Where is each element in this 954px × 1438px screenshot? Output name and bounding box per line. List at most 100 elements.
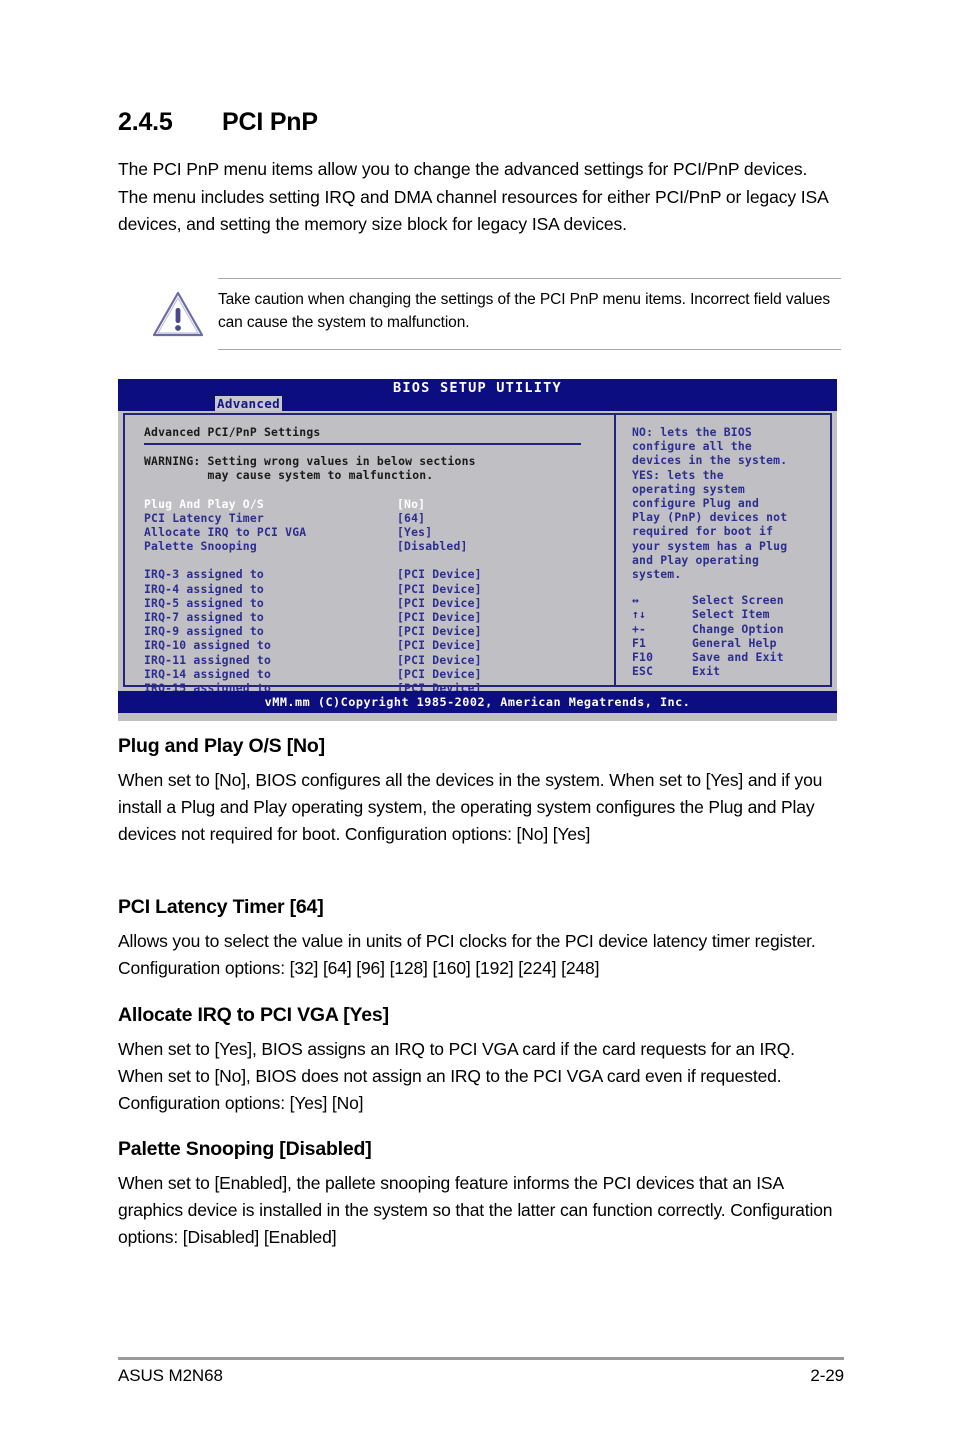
bios-panel-heading: Advanced PCI/PnP Settings <box>144 425 321 439</box>
bios-key-glyph: ↑↓ <box>632 607 647 622</box>
bios-settings-panel: Advanced PCI/PnP Settings WARNING: Setti… <box>125 415 614 695</box>
bios-irq-row[interactable]: IRQ-14 assigned to [PCI Device] <box>144 667 614 681</box>
bios-setting-label: PCI Latency Timer <box>144 510 264 525</box>
field-body: When set to [Yes], BIOS assigns an IRQ t… <box>118 1039 795 1113</box>
bios-key-glyph: F10 <box>632 650 654 665</box>
bios-key-legend: ↔ Select Screen ↑↓ Select Item +- Change Opti… <box>632 593 830 678</box>
bios-tab-advanced[interactable]: Advanced <box>215 396 283 411</box>
document-page: 2.4.5 PCI PnP The PCI PnP menu items allo… <box>0 0 954 1438</box>
bios-warning-line-1: WARNING: Setting wrong values in below s… <box>144 454 476 469</box>
section-intro-paragraph: The PCI PnP menu items allow you to chan… <box>118 159 828 234</box>
caution-note: Take caution when changing the settings … <box>137 278 841 350</box>
field-body: When set to [No], BIOS configures all th… <box>118 770 823 844</box>
bios-heading-rule <box>144 443 581 446</box>
bios-help-line: operating system <box>632 481 745 496</box>
bios-key-legend-row: ↔ Select Screen <box>632 593 830 607</box>
bios-irq-value[interactable]: [PCI Device] <box>397 610 482 624</box>
bios-irq-row[interactable]: IRQ-3 assigned to [PCI Device] <box>144 567 614 581</box>
bios-help-line: devices in the system. <box>632 453 788 468</box>
bios-irq-label: IRQ-10 assigned to <box>144 638 272 653</box>
bios-irq-value[interactable]: [PCI Device] <box>397 582 482 596</box>
bios-irq-label: IRQ-14 assigned to <box>144 666 272 681</box>
bios-irq-value[interactable]: [PCI Device] <box>397 624 482 638</box>
bios-key-glyph: ↔ <box>632 593 640 608</box>
field-heading: Palette Snooping [Disabled] <box>118 1138 372 1160</box>
bios-key-action: Exit <box>692 664 721 679</box>
field-section-plug-and-play-os: Plug and Play O/S [No] When set to [No],… <box>118 735 844 848</box>
bios-help-line: configure all the <box>632 439 752 454</box>
bios-setting-value[interactable]: [64] <box>397 511 425 525</box>
bios-key-action: Save and Exit <box>692 650 784 665</box>
bios-irq-list: IRQ-3 assigned to [PCI Device] IRQ-4 assig… <box>144 567 614 695</box>
section-title: PCI PnP <box>222 108 318 136</box>
bios-key-action: Select Screen <box>692 593 784 608</box>
footer-product-name: ASUS M2N68 <box>118 1366 223 1385</box>
bios-irq-row[interactable]: IRQ-5 assigned to [PCI Device] <box>144 596 614 610</box>
bios-irq-value[interactable]: [PCI Device] <box>397 638 482 652</box>
bios-irq-row[interactable]: IRQ-10 assigned to [PCI Device] <box>144 638 614 652</box>
bios-key-action: General Help <box>692 635 777 650</box>
bios-help-line: configure Plug and <box>632 496 760 511</box>
bios-irq-label: IRQ-7 assigned to <box>144 610 264 625</box>
bios-irq-value[interactable]: [PCI Device] <box>397 567 482 581</box>
bios-irq-row[interactable]: IRQ-4 assigned to [PCI Device] <box>144 582 614 596</box>
bios-setting-value[interactable]: [Disabled] <box>397 539 468 553</box>
bios-body: Advanced PCI/PnP Settings WARNING: Setti… <box>123 413 832 695</box>
bios-irq-label: IRQ-3 assigned to <box>144 567 264 582</box>
field-heading: PCI Latency Timer [64] <box>118 896 324 918</box>
field-body: When set to [Enabled], the pallete snoop… <box>118 1173 833 1247</box>
bios-key-glyph: ESC <box>632 664 654 679</box>
caution-triangle-icon <box>137 288 218 338</box>
bios-help-line: system. <box>632 567 682 582</box>
bios-help-line: required for boot if <box>632 524 774 539</box>
bios-key-legend-row: F1 General Help <box>632 636 830 650</box>
bios-help-line: your system has a Plug <box>632 538 788 553</box>
bios-setting-row[interactable]: PCI Latency Timer [64] <box>144 511 614 525</box>
bios-irq-label: IRQ-9 assigned to <box>144 624 264 639</box>
bios-setting-row[interactable]: Palette Snooping [Disabled] <box>144 539 614 553</box>
bios-irq-value[interactable]: [PCI Device] <box>397 596 482 610</box>
bios-irq-value[interactable]: [PCI Device] <box>397 653 482 667</box>
bios-setting-value[interactable]: [Yes] <box>397 525 432 539</box>
bios-key-legend-row: ESC Exit <box>632 664 830 678</box>
bios-copyright-footer: vMM.mm (C)Copyright 1985-2002, American … <box>118 691 837 713</box>
bios-key-glyph: F1 <box>632 635 647 650</box>
bios-settings-list: Plug And Play O/S [No] PCI Latency Timer [6… <box>144 497 614 554</box>
field-section-allocate-irq-to-pci-vga: Allocate IRQ to PCI VGA [Yes] When set t… <box>118 1004 844 1117</box>
bios-irq-label: IRQ-4 assigned to <box>144 581 264 596</box>
bios-setting-row[interactable]: Allocate IRQ to PCI VGA [Yes] <box>144 525 614 539</box>
bios-irq-value[interactable]: [PCI Device] <box>397 667 482 681</box>
bios-irq-row[interactable]: IRQ-7 assigned to [PCI Device] <box>144 610 614 624</box>
footer-page-number: 2-29 <box>810 1366 844 1385</box>
bios-setting-label: Palette Snooping <box>144 539 257 554</box>
bios-help-line: YES: lets the <box>632 467 724 482</box>
section-number: 2.4.5 <box>118 108 173 136</box>
bios-setting-value[interactable]: [No] <box>397 497 425 511</box>
bios-key-legend-row: +- Change Option <box>632 622 830 636</box>
bios-key-action: Select Item <box>692 607 770 622</box>
bios-key-legend-row: F10 Save and Exit <box>632 650 830 664</box>
bios-key-action: Change Option <box>692 621 784 636</box>
bios-warning-line-2: may cause system to malfunction. <box>144 468 434 483</box>
note-bottom-divider <box>218 349 841 350</box>
bios-irq-row[interactable]: IRQ-9 assigned to [PCI Device] <box>144 624 614 638</box>
bios-irq-row[interactable]: IRQ-11 assigned to [PCI Device] <box>144 653 614 667</box>
page-title: 2.4.5 PCI PnP <box>118 108 848 137</box>
bios-title: BIOS SETUP UTILITY <box>393 380 562 396</box>
field-heading: Plug and Play O/S [No] <box>118 735 325 757</box>
bios-help-panel: NO: lets the BIOS configure all the device… <box>616 415 830 685</box>
bios-key-legend-row: ↑↓ Select Item <box>632 607 830 621</box>
field-body: Allows you to select the value in units … <box>118 931 816 978</box>
bios-titlebar: BIOS SETUP UTILITY Advanced <box>118 379 837 411</box>
field-section-pci-latency-timer: PCI Latency Timer [64] Allows you to sel… <box>118 896 844 982</box>
bios-irq-label: IRQ-11 assigned to <box>144 652 272 667</box>
bios-setting-row[interactable]: Plug And Play O/S [No] <box>144 497 614 511</box>
caution-note-text: Take caution when changing the settings … <box>218 291 831 331</box>
bios-irq-label: IRQ-5 assigned to <box>144 595 264 610</box>
bios-help-line: Play (PnP) devices not <box>632 510 788 525</box>
bios-help-line: NO: lets the BIOS <box>632 425 752 439</box>
bios-help-line: and Play operating <box>632 552 760 567</box>
bios-setting-label: Allocate IRQ to PCI VGA <box>144 525 307 540</box>
field-section-palette-snooping: Palette Snooping [Disabled] When set to … <box>118 1138 844 1251</box>
field-heading: Allocate IRQ to PCI VGA [Yes] <box>118 1004 389 1026</box>
